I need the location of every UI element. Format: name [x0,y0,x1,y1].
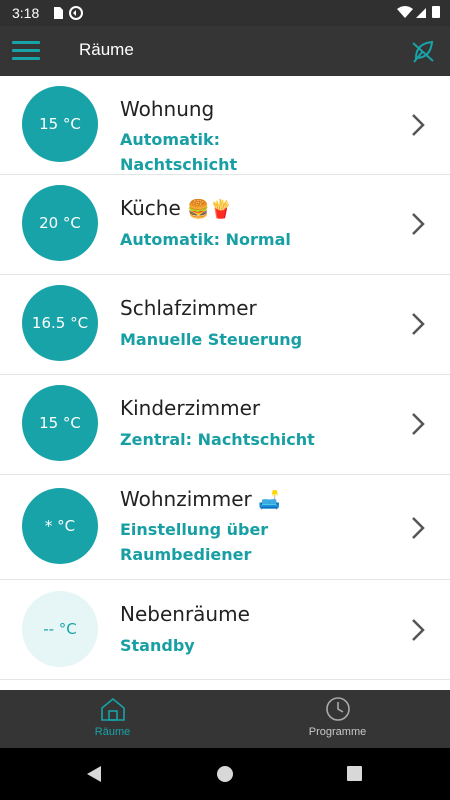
room-item-nebenraeume[interactable]: -- °C Nebenräume Standby [0,580,450,680]
tab-label: Räume [94,726,131,738]
room-mode: Einstellung über Raumbediener [120,520,269,564]
home-icon[interactable] [216,765,234,783]
room-mode: Zentral: Nachtschicht [120,430,315,449]
tab-label: Programme [308,726,367,738]
room-item-schlafzimmer[interactable]: 16.5 °C Schlafzimmer Manuelle Steuerung [0,275,450,375]
room-item-kueche[interactable]: 20 °C Küche 🍔🍟 Automatik: Normal [0,175,450,275]
wifi-signal-battery-icon [397,6,440,18]
room-item-kinderzimmer[interactable]: 15 °C Kinderzimmer Zentral: Nachtschicht [0,375,450,475]
temperature-badge: * °C [22,488,98,564]
chevron-right-icon [412,213,425,235]
leaf-off-icon[interactable] [410,38,436,64]
status-system-icons [396,5,442,22]
room-name: Wohnung [120,97,215,121]
room-emoji: 🍔🍟 [187,199,232,220]
room-mode: Manuelle Steuerung [120,330,303,349]
room-name: Nebenräume [120,602,250,626]
chevron-right-icon [412,413,425,435]
temperature-badge: 20 °C [22,185,98,261]
temperature-badge: 15 °C [22,385,98,461]
temperature-badge: 15 °C [22,86,98,162]
status-bar: 3:18 [0,0,450,26]
tab-raeume[interactable]: Räume [0,690,225,748]
system-navigation-bar [0,748,450,800]
chevron-right-icon [412,313,425,335]
room-mode: Standby [120,636,195,655]
chevron-right-icon [412,619,425,641]
room-item-wohnung[interactable]: 15 °C Wohnung Automatik: Nachtschicht [0,76,450,175]
chevron-right-icon [412,517,425,539]
bottom-navigation: Räume Programme [0,690,450,748]
room-name: Schlafzimmer [120,296,257,320]
page-title: Räume [79,40,134,59]
status-notification-icons [52,6,84,23]
temperature-badge: 16.5 °C [22,285,98,361]
sd-card-icon [54,6,83,20]
house-icon [101,697,125,721]
clock-icon [326,697,350,721]
tab-programme[interactable]: Programme [225,690,450,748]
chevron-right-icon [412,114,425,136]
back-icon[interactable] [85,765,103,783]
room-mode: Automatik: Nachtschicht [120,130,238,174]
room-name: Küche 🍔🍟 [120,196,232,220]
room-item-wohnzimmer[interactable]: * °C Wohnzimmer 🛋️ Einstellung über Raum… [0,475,450,580]
room-name: Kinderzimmer [120,396,261,420]
app-bar: Räume [0,26,450,76]
status-time: 3:18 [12,5,40,21]
temperature-badge: -- °C [22,591,98,667]
room-list: 15 °C Wohnung Automatik: Nachtschicht 20… [0,76,450,680]
room-emoji: 🛋️ [258,490,281,511]
hamburger-menu-icon[interactable] [12,39,42,63]
recents-icon[interactable] [346,765,363,782]
room-mode: Automatik: Normal [120,230,291,249]
room-name: Wohnzimmer 🛋️ [120,487,281,511]
